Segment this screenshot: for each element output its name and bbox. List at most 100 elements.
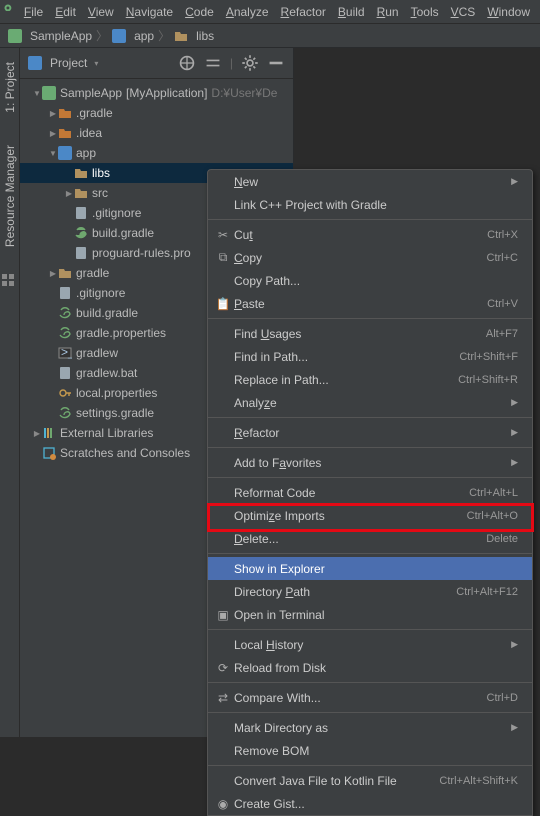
gradle-icon — [74, 226, 88, 240]
breadcrumb-separator: 〉 — [158, 27, 170, 44]
separator: | — [230, 56, 233, 70]
folder-icon — [174, 29, 188, 43]
ctx-link-cpp[interactable]: Link C++ Project with Gradle — [208, 193, 532, 216]
menu-bar: File Edit View Navigate Code Analyze Ref… — [0, 0, 540, 24]
arrow-right-icon: ▶ — [48, 129, 58, 138]
breadcrumb-separator: 〉 — [96, 27, 108, 44]
menu-file[interactable]: File — [18, 5, 49, 19]
chevron-down-icon: ▾ — [91, 59, 101, 68]
breadcrumb-root[interactable]: SampleApp — [8, 29, 92, 43]
menu-view[interactable]: View — [82, 5, 120, 19]
tree-node-app[interactable]: ▼app — [20, 143, 293, 163]
ctx-analyze[interactable]: Analyze▶ — [208, 391, 532, 414]
ctx-directory-path[interactable]: Directory PathCtrl+Alt+F12 — [208, 580, 532, 603]
ctx-refactor[interactable]: Refactor▶ — [208, 421, 532, 444]
select-opened-file-button[interactable] — [178, 54, 196, 72]
ctx-add-favorites[interactable]: Add to Favorites▶ — [208, 451, 532, 474]
menu-navigate[interactable]: Navigate — [120, 5, 179, 19]
github-icon: ◉ — [214, 797, 232, 811]
menu-tools[interactable]: Tools — [405, 5, 445, 19]
breadcrumb: SampleApp 〉 app 〉 libs — [0, 24, 540, 48]
ctx-copy-path[interactable]: Copy Path... — [208, 269, 532, 292]
module-icon — [112, 29, 126, 43]
breadcrumb-libs[interactable]: libs — [174, 29, 214, 43]
tree-node-idea[interactable]: ▶.idea — [20, 123, 293, 143]
ctx-copy[interactable]: ⧉CopyCtrl+C — [208, 246, 532, 269]
menu-run[interactable]: Run — [371, 5, 405, 19]
paste-icon: 📋 — [214, 297, 232, 311]
hide-button[interactable] — [267, 54, 285, 72]
folder-icon — [58, 106, 72, 120]
breadcrumb-app[interactable]: app — [112, 29, 154, 43]
ctx-optimize-imports[interactable]: Optimize ImportsCtrl+Alt+O — [208, 504, 532, 527]
project-panel-header: Project ▾ | — [20, 48, 293, 79]
build-variants-icon[interactable] — [1, 273, 15, 287]
folder-icon — [74, 166, 88, 180]
svg-text:>_: >_ — [61, 346, 72, 359]
submenu-arrow-icon: ▶ — [511, 427, 518, 438]
menu-analyze[interactable]: Analyze — [220, 5, 275, 19]
separator — [208, 629, 532, 630]
folder-icon — [74, 186, 88, 200]
ctx-new[interactable]: New▶ — [208, 170, 532, 193]
arrow-right-icon: ▶ — [48, 109, 58, 118]
app-icon — [8, 29, 22, 43]
menu-edit[interactable]: Edit — [49, 5, 82, 19]
separator — [208, 447, 532, 448]
submenu-arrow-icon: ▶ — [511, 176, 518, 187]
separator — [208, 477, 532, 478]
ctx-cut[interactable]: ✂CutCtrl+X — [208, 223, 532, 246]
ctx-replace-in-path[interactable]: Replace in Path...Ctrl+Shift+R — [208, 368, 532, 391]
ctx-find-usages[interactable]: Find UsagesAlt+F7 — [208, 322, 532, 345]
ctx-reload-disk[interactable]: ⟳Reload from Disk — [208, 656, 532, 679]
separator — [208, 712, 532, 713]
ctx-convert-kotlin[interactable]: Convert Java File to Kotlin FileCtrl+Alt… — [208, 769, 532, 792]
file-icon — [74, 206, 88, 220]
separator — [208, 765, 532, 766]
breadcrumb-label: SampleApp — [30, 29, 92, 43]
gear-icon[interactable] — [241, 54, 259, 72]
gradle-icon — [58, 406, 72, 420]
separator — [208, 219, 532, 220]
tool-tab-resource-manager[interactable]: Resource Manager — [3, 139, 17, 253]
gradle-icon — [58, 306, 72, 320]
folder-icon — [58, 126, 72, 140]
arrow-right-icon: ▶ — [32, 429, 42, 438]
submenu-arrow-icon: ▶ — [511, 397, 518, 408]
menu-window[interactable]: Window — [481, 5, 536, 19]
project-icon — [28, 56, 42, 70]
file-icon — [74, 246, 88, 260]
menu-code[interactable]: Code — [179, 5, 220, 19]
tree-node-gradle[interactable]: ▶.gradle — [20, 103, 293, 123]
menu-refactor[interactable]: Refactor — [275, 5, 332, 19]
context-menu: New▶ Link C++ Project with Gradle ✂CutCt… — [207, 169, 533, 816]
tree-node-root[interactable]: ▼SampleApp[MyApplication]D:¥User¥De — [20, 83, 293, 103]
ctx-find-in-path[interactable]: Find in Path...Ctrl+Shift+F — [208, 345, 532, 368]
tool-window-stripe: 1: Project Resource Manager — [0, 48, 20, 737]
project-view-selector[interactable]: Project ▾ — [28, 56, 170, 70]
menu-vcs[interactable]: VCS — [445, 5, 482, 19]
expand-all-button[interactable] — [204, 54, 222, 72]
tool-tab-project[interactable]: 1: Project — [3, 56, 17, 119]
library-icon — [42, 426, 56, 440]
ctx-compare-with[interactable]: ⇄Compare With...Ctrl+D — [208, 686, 532, 709]
arrow-right-icon: ▶ — [48, 269, 58, 278]
ctx-show-in-explorer[interactable]: Show in Explorer — [208, 557, 532, 580]
ctx-local-history[interactable]: Local History▶ — [208, 633, 532, 656]
ctx-paste[interactable]: 📋PasteCtrl+V — [208, 292, 532, 315]
ctx-reformat[interactable]: Reformat CodeCtrl+Alt+L — [208, 481, 532, 504]
file-icon — [58, 366, 72, 380]
separator — [208, 682, 532, 683]
breadcrumb-label: libs — [196, 29, 214, 43]
arrow-down-icon: ▼ — [32, 89, 42, 98]
ctx-delete[interactable]: Delete...Delete — [208, 527, 532, 550]
android-studio-logo — [4, 4, 12, 20]
ctx-remove-bom[interactable]: Remove BOM — [208, 739, 532, 762]
app-icon — [42, 86, 56, 100]
menu-build[interactable]: Build — [332, 5, 371, 19]
ctx-mark-directory[interactable]: Mark Directory as▶ — [208, 716, 532, 739]
ctx-open-terminal[interactable]: ▣Open in Terminal — [208, 603, 532, 626]
ctx-create-gist[interactable]: ◉Create Gist... — [208, 792, 532, 815]
submenu-arrow-icon: ▶ — [511, 639, 518, 650]
scratch-icon — [42, 446, 56, 460]
